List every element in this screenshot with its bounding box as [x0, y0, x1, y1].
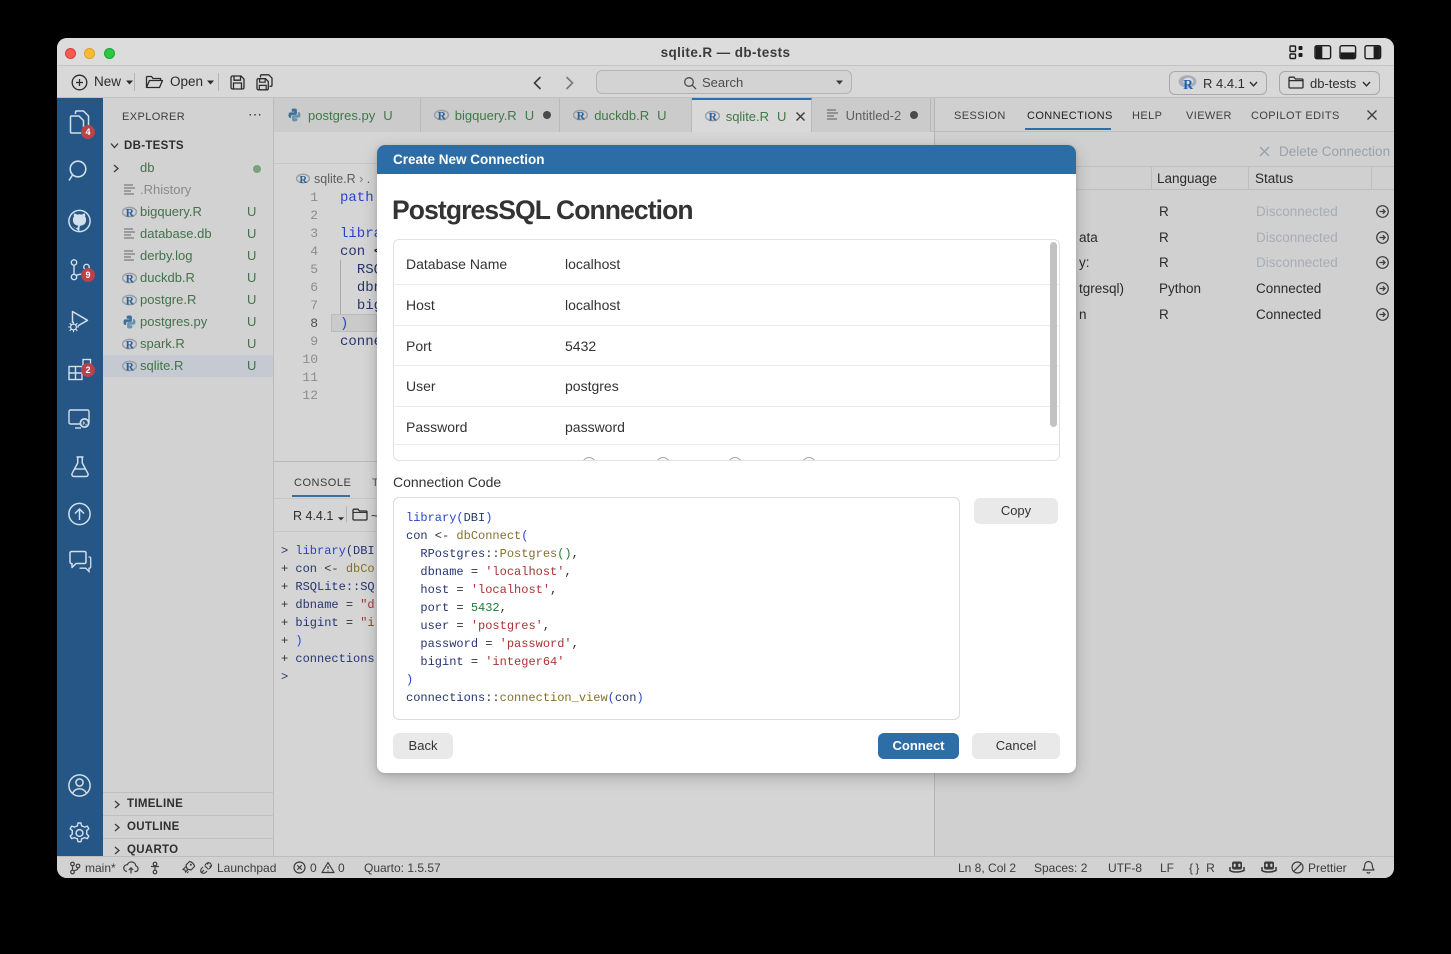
svg-text:R: R — [708, 112, 717, 124]
svg-text:R: R — [126, 208, 135, 220]
svg-text:R: R — [437, 111, 446, 123]
svg-text:R: R — [126, 340, 135, 352]
svg-text:R: R — [577, 111, 586, 123]
svg-text:R: R — [1183, 77, 1193, 90]
svg-text:R: R — [126, 296, 135, 308]
svg-text:R: R — [126, 274, 135, 286]
svg-text:R: R — [126, 362, 135, 374]
svg-text:R: R — [299, 174, 307, 185]
